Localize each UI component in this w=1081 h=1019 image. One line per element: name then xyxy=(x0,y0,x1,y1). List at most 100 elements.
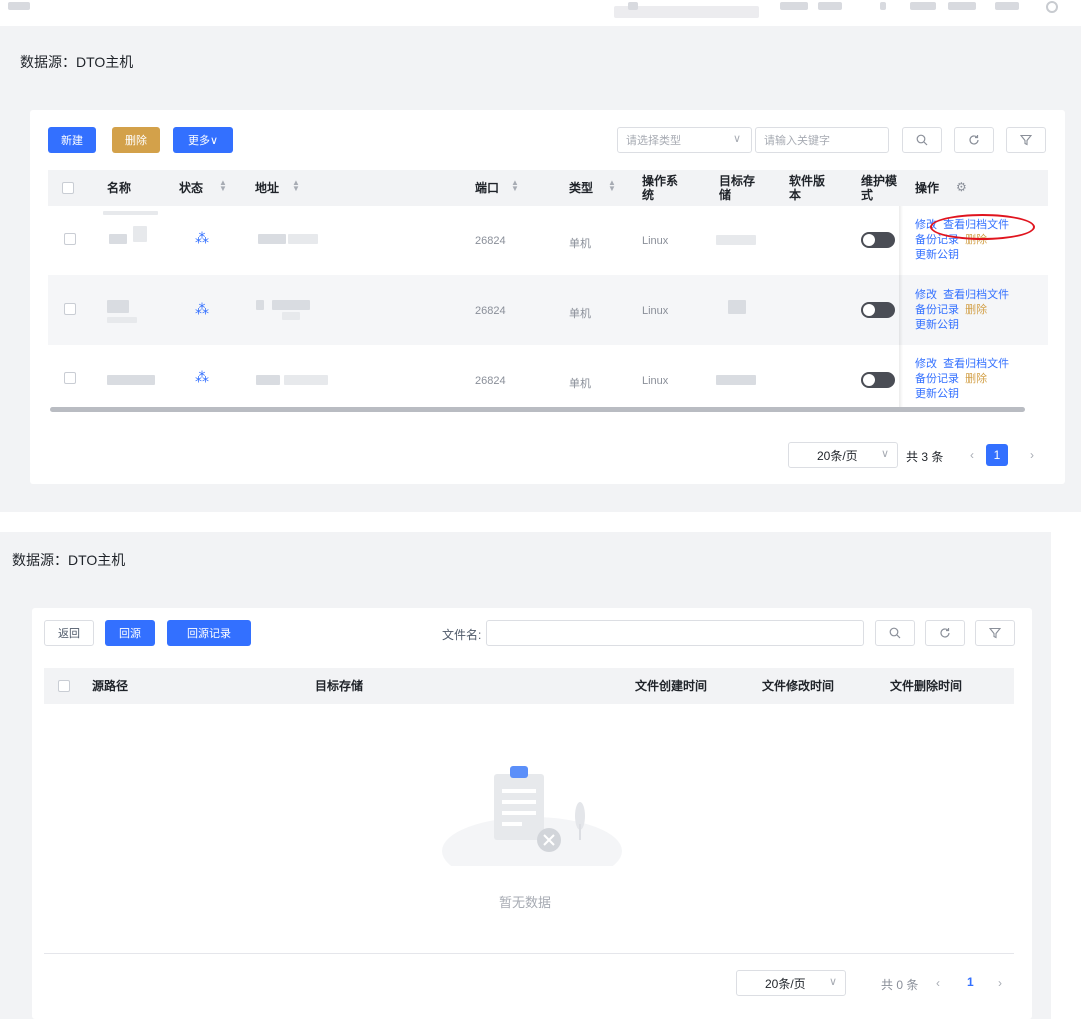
col-target-storage: 目标存储 xyxy=(719,174,756,202)
refresh-icon[interactable] xyxy=(954,127,994,153)
keyword-placeholder: 请输入关键字 xyxy=(764,135,830,147)
chevron-down-icon: ∨ xyxy=(732,133,741,145)
backup-records-link[interactable]: 备份记录 xyxy=(915,373,959,385)
page-1-button[interactable]: 1 xyxy=(986,444,1008,466)
hosts-card: 新建 删除 更多∨ 请选择类型 ∨ 请输入关键字 名称 状态 ▲ ▼ 地址 ▲ ▼ … xyxy=(30,110,1065,484)
restore-button[interactable]: 回源 xyxy=(105,620,155,646)
refresh-icon[interactable] xyxy=(925,620,965,646)
col-software-version: 软件版本 xyxy=(789,174,826,202)
chevron-right-icon[interactable]: › xyxy=(998,976,1002,990)
backup-records-link[interactable]: 备份记录 xyxy=(915,304,959,316)
os-cell: Linux xyxy=(642,375,669,387)
chevron-left-icon[interactable]: ‹ xyxy=(936,976,940,990)
archive-table-header: 源路径 目标存储 文件创建时间 文件修改时间 文件删除时间 xyxy=(44,668,1014,704)
table-row: ⁂ 26824 单机 Linux 修改 查看归档文件 备份记录 删除 更新公钥 xyxy=(48,345,1048,409)
update-key-link[interactable]: 更新公钥 xyxy=(915,388,959,400)
new-button[interactable]: 新建 xyxy=(48,127,96,153)
col-os: 操作系统 xyxy=(642,174,679,202)
fixed-column-shadow xyxy=(899,206,903,412)
keyword-input[interactable]: 请输入关键字 xyxy=(755,127,889,153)
os-cell: Linux xyxy=(642,305,669,317)
restore-records-button[interactable]: 回源记录 xyxy=(167,620,251,646)
page-title: 数据源：DTO主机 xyxy=(12,552,126,568)
col-port[interactable]: 端口 xyxy=(475,181,499,195)
maintenance-toggle[interactable] xyxy=(861,302,895,318)
chevron-right-icon[interactable]: › xyxy=(1030,448,1034,462)
sort-icon[interactable]: ▲ ▼ xyxy=(219,179,227,193)
view-archive-link[interactable]: 查看归档文件 xyxy=(943,358,1009,370)
top-header-strip xyxy=(0,0,1081,26)
page-size-value: 20条/页 xyxy=(817,448,858,463)
row-checkbox[interactable] xyxy=(64,233,76,245)
type-cell: 单机 xyxy=(569,308,591,320)
col-target-storage: 目标存储 xyxy=(315,679,364,693)
table-row: ⁂ 26824 单机 Linux 修改 查看归档文件 备份记录 删除 更新公钥 xyxy=(48,275,1048,345)
gear-icon[interactable]: ⚙ xyxy=(956,180,967,194)
row-checkbox[interactable] xyxy=(64,303,76,315)
loading-spinner-icon: ⁂ xyxy=(195,301,209,317)
delete-button[interactable]: 删除 xyxy=(112,127,160,153)
loading-spinner-icon: ⁂ xyxy=(195,369,209,385)
select-all-checkbox[interactable] xyxy=(58,680,70,692)
maintenance-toggle[interactable] xyxy=(861,232,895,248)
filename-input[interactable] xyxy=(486,620,864,646)
search-icon[interactable] xyxy=(902,127,942,153)
divider xyxy=(44,953,1014,954)
col-status[interactable]: 状态 xyxy=(179,181,203,195)
empty-clipboard-icon xyxy=(432,756,632,885)
type-cell: 单机 xyxy=(569,378,591,390)
archive-files-card: 返回 回源 回源记录 文件名: 源路径 目标存储 文件创建时间 文件修改时间 文… xyxy=(32,608,1032,1019)
delete-link[interactable]: 删除 xyxy=(965,373,987,385)
update-key-link[interactable]: 更新公钥 xyxy=(915,319,959,331)
type-select-placeholder: 请选择类型 xyxy=(626,135,681,147)
select-all-checkbox[interactable] xyxy=(62,182,74,194)
chevron-down-icon: ∨ xyxy=(828,976,837,988)
col-maintenance-mode: 维护模式 xyxy=(861,174,898,202)
hosts-table-header: 名称 状态 ▲ ▼ 地址 ▲ ▼ 端口 ▲ ▼ 类型 ▲ ▼ 操作系统 目标存储 软件版… xyxy=(48,170,1048,206)
search-icon[interactable] xyxy=(875,620,915,646)
os-cell: Linux xyxy=(642,235,669,247)
port-cell: 26824 xyxy=(475,235,506,247)
delete-link[interactable]: 删除 xyxy=(965,304,987,316)
back-button[interactable]: 返回 xyxy=(44,620,94,646)
page-size-value: 20条/页 xyxy=(765,976,806,991)
edit-link[interactable]: 修改 xyxy=(915,289,937,301)
view-archive-link[interactable]: 查看归档文件 xyxy=(943,289,1009,301)
horizontal-scrollbar[interactable] xyxy=(50,407,1025,412)
port-cell: 26824 xyxy=(475,305,506,317)
filename-label: 文件名: xyxy=(442,628,482,642)
chevron-left-icon[interactable]: ‹ xyxy=(970,448,974,462)
type-select[interactable]: 请选择类型 ∨ xyxy=(617,127,752,153)
archive-files-panel: 数据源：DTO主机 返回 回源 回源记录 文件名: 源路径 目标存储 文件创建时… xyxy=(0,532,1051,1019)
row-actions: 修改 查看归档文件 备份记录 删除 更新公钥 xyxy=(915,288,1009,333)
col-address[interactable]: 地址 xyxy=(255,181,279,195)
type-cell: 单机 xyxy=(569,238,591,250)
update-key-link[interactable]: 更新公钥 xyxy=(915,249,959,261)
row-actions: 修改 查看归档文件 备份记录 删除 更新公钥 xyxy=(915,357,1009,402)
col-name: 名称 xyxy=(107,181,132,195)
sort-icon[interactable]: ▲ ▼ xyxy=(511,179,519,193)
col-deleted-time: 文件删除时间 xyxy=(890,679,963,693)
edit-link[interactable]: 修改 xyxy=(915,358,937,370)
maintenance-toggle[interactable] xyxy=(861,372,895,388)
highlight-circle xyxy=(930,214,1035,240)
page-size-select[interactable]: 20条/页 ∨ xyxy=(788,442,898,468)
sort-icon[interactable]: ▲ ▼ xyxy=(292,179,300,193)
sort-icon[interactable]: ▲ ▼ xyxy=(608,179,616,193)
page-1-button[interactable]: 1 xyxy=(967,975,974,989)
page-size-select[interactable]: 20条/页 ∨ xyxy=(736,970,846,996)
total-count: 共 0 条 xyxy=(881,978,919,992)
row-checkbox[interactable] xyxy=(64,372,76,384)
col-created-time: 文件创建时间 xyxy=(635,679,708,693)
filter-icon[interactable] xyxy=(1006,127,1046,153)
port-cell: 26824 xyxy=(475,375,506,387)
filter-icon[interactable] xyxy=(975,620,1015,646)
more-button[interactable]: 更多∨ xyxy=(173,127,233,153)
datasource-hosts-panel: 数据源：DTO主机 新建 删除 更多∨ 请选择类型 ∨ 请输入关键字 名称 状态… xyxy=(0,0,1081,512)
chevron-down-icon: ∨ xyxy=(880,448,889,460)
col-modified-time: 文件修改时间 xyxy=(762,679,835,693)
col-type[interactable]: 类型 xyxy=(569,181,593,195)
loading-spinner-icon: ⁂ xyxy=(195,230,209,246)
col-source-path: 源路径 xyxy=(92,679,129,693)
page-title: 数据源：DTO主机 xyxy=(20,54,134,70)
